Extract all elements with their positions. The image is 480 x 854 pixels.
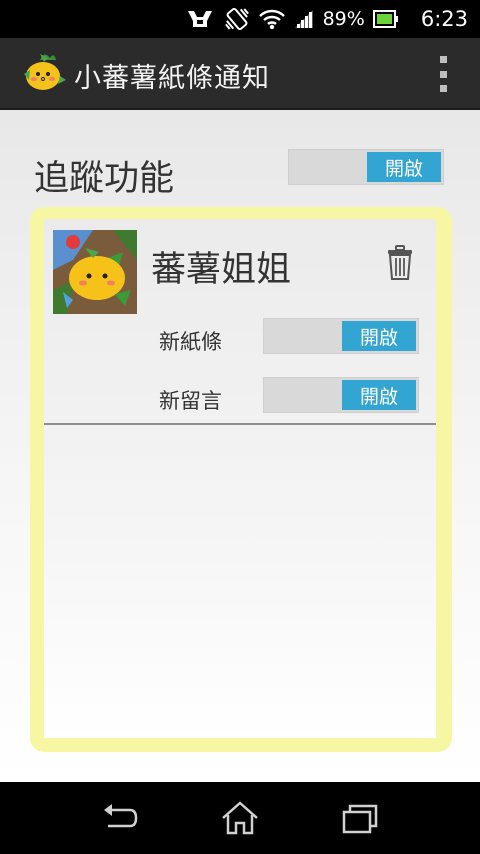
tracking-label: 追蹤功能	[34, 159, 175, 199]
signal-icon	[293, 8, 315, 30]
usb-debug-icon	[185, 7, 215, 31]
new-comment-toggle-knob: 開啟	[342, 380, 416, 410]
status-bar: 89% 6:23	[0, 0, 480, 38]
menu-dot	[439, 70, 447, 78]
battery-icon	[372, 10, 399, 28]
clock: 6:23	[420, 7, 468, 31]
main-content: 追蹤功能 開啟 蕃薯姐姐 新紙條 開啟 新留言 開啟	[0, 110, 480, 782]
status-icons: 89% 6:23	[185, 0, 468, 38]
battery-percent: 89%	[322, 8, 365, 30]
recent-apps-icon[interactable]	[340, 800, 380, 836]
divider	[44, 423, 436, 425]
contact-card: 蕃薯姐姐 新紙條 開啟 新留言 開啟	[44, 219, 436, 738]
new-note-label: 新紙條	[159, 330, 222, 354]
app-title: 小蕃薯紙條通知	[74, 63, 270, 94]
back-icon[interactable]	[100, 800, 140, 836]
new-note-toggle[interactable]: 開啟	[263, 318, 419, 354]
tracking-toggle-knob: 開啟	[367, 152, 441, 182]
wifi-icon	[258, 8, 285, 30]
contact-name: 蕃薯姐姐	[151, 250, 292, 290]
trash-icon[interactable]	[386, 245, 414, 281]
menu-dot	[439, 56, 447, 63]
new-note-toggle-knob: 開啟	[342, 321, 416, 351]
menu-dot	[439, 85, 447, 92]
new-comment-toggle[interactable]: 開啟	[263, 377, 419, 413]
home-icon[interactable]	[220, 800, 260, 836]
contact-card-frame: 蕃薯姐姐 新紙條 開啟 新留言 開啟	[30, 207, 452, 752]
action-bar: 小蕃薯紙條通知	[0, 38, 480, 110]
tracking-toggle[interactable]: 開啟	[288, 149, 444, 185]
overflow-menu-icon[interactable]	[438, 56, 448, 92]
navigation-bar	[0, 782, 480, 854]
contact-avatar	[53, 230, 137, 314]
vibrate-icon	[223, 6, 251, 32]
app-logo-icon[interactable]	[20, 52, 66, 94]
new-comment-label: 新留言	[159, 389, 222, 413]
